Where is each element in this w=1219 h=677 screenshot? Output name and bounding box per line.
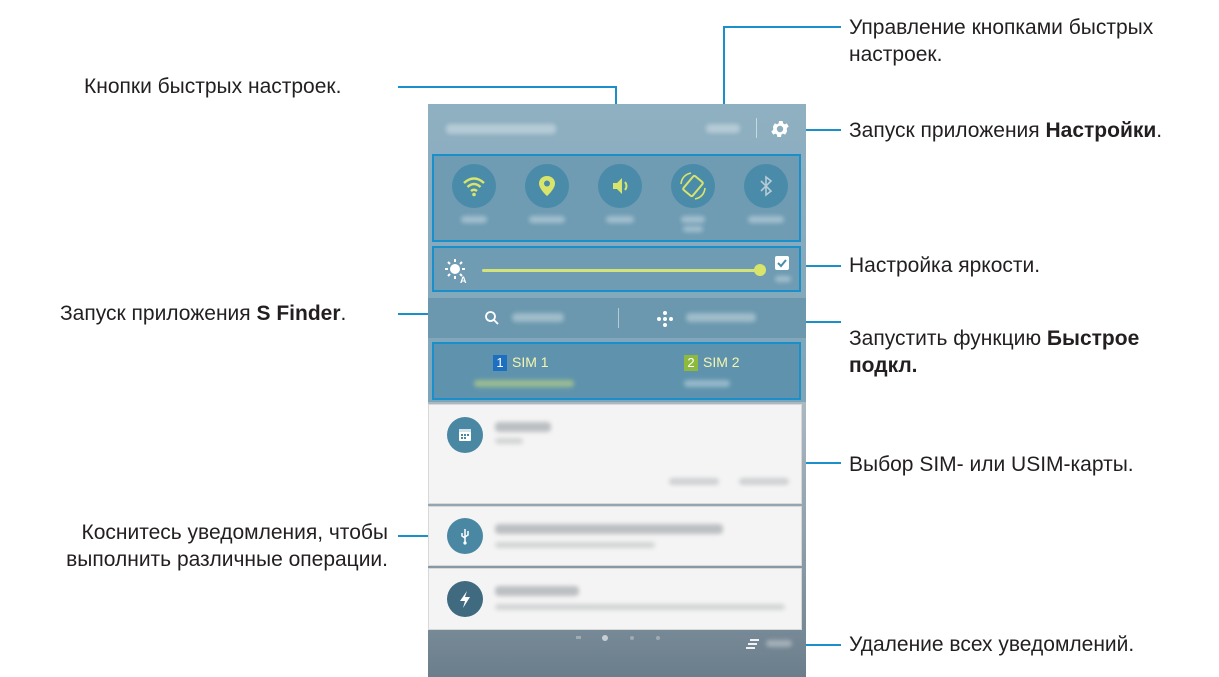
brightness-slider-handle[interactable] xyxy=(754,264,766,276)
sound-label xyxy=(606,216,634,223)
notification-subtitle xyxy=(495,604,785,610)
bluetooth-button[interactable] xyxy=(744,164,788,208)
sim1-badge: 1 xyxy=(493,355,507,371)
rotation-icon xyxy=(680,172,706,200)
clear-label xyxy=(766,640,792,647)
sim2-label: SIM 2 xyxy=(703,354,740,370)
brightness-control: A xyxy=(432,246,801,292)
date-time-text xyxy=(446,124,556,134)
sfinder-label xyxy=(512,313,564,322)
quick-connect-button[interactable] xyxy=(620,298,806,338)
rotation-label-line2 xyxy=(683,226,703,232)
notification-card[interactable] xyxy=(428,568,802,630)
charging-icon xyxy=(460,591,470,608)
location-label xyxy=(529,216,565,223)
finder-quickconnect-row xyxy=(428,298,806,338)
sim2-button[interactable]: 2 SIM 2 xyxy=(618,344,798,398)
notification-title xyxy=(495,422,551,432)
sim1-button[interactable]: 1 SIM 1 xyxy=(434,344,614,398)
location-icon xyxy=(539,176,555,196)
notification-panel: A 1 SIM 1 2 SIM 2 xyxy=(428,104,806,677)
panel-bottom-bar xyxy=(428,634,806,677)
annotation-settings: Запуск приложения Настройки. xyxy=(849,119,1163,142)
search-icon xyxy=(485,311,499,325)
notification-action[interactable] xyxy=(669,478,719,485)
calendar-icon xyxy=(459,429,471,441)
sfinder-button[interactable] xyxy=(428,298,616,338)
brightness-icon: A xyxy=(445,259,467,284)
clear-all-button[interactable] xyxy=(740,634,800,658)
notification-card[interactable] xyxy=(428,506,802,566)
wifi-button[interactable] xyxy=(452,164,496,208)
wifi-icon xyxy=(463,177,485,197)
annotation-manage-buttons: Управление кнопками быстрых настроек. xyxy=(849,16,1154,66)
sim2-status xyxy=(684,380,730,387)
quick-connect-label xyxy=(686,313,756,322)
annotation-sfinder: Запуск приложения S Finder. xyxy=(60,302,347,325)
auto-label xyxy=(775,276,791,282)
panel-header xyxy=(428,104,806,150)
rotation-button[interactable] xyxy=(671,164,715,208)
sim2-badge: 2 xyxy=(684,355,698,371)
annotation-sim-select: Выбор SIM- или USIM-карты. xyxy=(849,453,1134,476)
sim1-status xyxy=(474,380,574,387)
callout-line xyxy=(800,129,841,131)
charging-button xyxy=(447,581,483,617)
annotation-quick-connect: Запустить функцию Быстрое подкл. xyxy=(849,327,1140,377)
brightness-slider-track[interactable] xyxy=(482,269,762,272)
bluetooth-label xyxy=(748,216,784,223)
annotation-clear-all: Удаление всех уведомлений. xyxy=(849,633,1135,656)
svg-text:A: A xyxy=(460,275,467,284)
sim-selection: 1 SIM 1 2 SIM 2 xyxy=(432,342,801,400)
notification-action[interactable] xyxy=(739,478,789,485)
notification-title xyxy=(495,586,579,596)
callout-line xyxy=(398,86,616,88)
page-indicator xyxy=(576,634,666,642)
quick-settings-buttons xyxy=(432,154,801,242)
notification-card[interactable] xyxy=(428,404,802,504)
notification-title xyxy=(495,524,723,534)
annotation-notification: Коснитесь уведомления, чтобы выполнить р… xyxy=(66,521,388,571)
wifi-label xyxy=(461,216,487,223)
notification-subtitle xyxy=(495,542,655,548)
annotation-brightness: Настройка яркости. xyxy=(849,254,1041,277)
callout-line xyxy=(806,265,841,267)
sound-icon xyxy=(613,178,628,194)
location-button[interactable] xyxy=(525,164,569,208)
sim1-label: SIM 1 xyxy=(512,354,549,370)
checkmark-icon xyxy=(777,259,787,268)
gear-icon[interactable] xyxy=(769,118,791,140)
quick-connect-icon xyxy=(657,311,673,327)
clear-icon xyxy=(746,639,759,649)
auto-brightness-checkbox[interactable] xyxy=(775,256,789,270)
annotation-quick-buttons: Кнопки быстрых настроек. xyxy=(84,75,342,98)
callout-line xyxy=(723,26,841,28)
notification-subtitle xyxy=(495,438,523,444)
sound-button[interactable] xyxy=(598,164,642,208)
calendar-button xyxy=(447,417,483,453)
usb-button xyxy=(447,518,483,554)
rotation-label xyxy=(681,216,705,223)
bluetooth-icon xyxy=(760,175,773,197)
edit-button[interactable] xyxy=(706,124,740,133)
usb-icon xyxy=(461,529,469,545)
